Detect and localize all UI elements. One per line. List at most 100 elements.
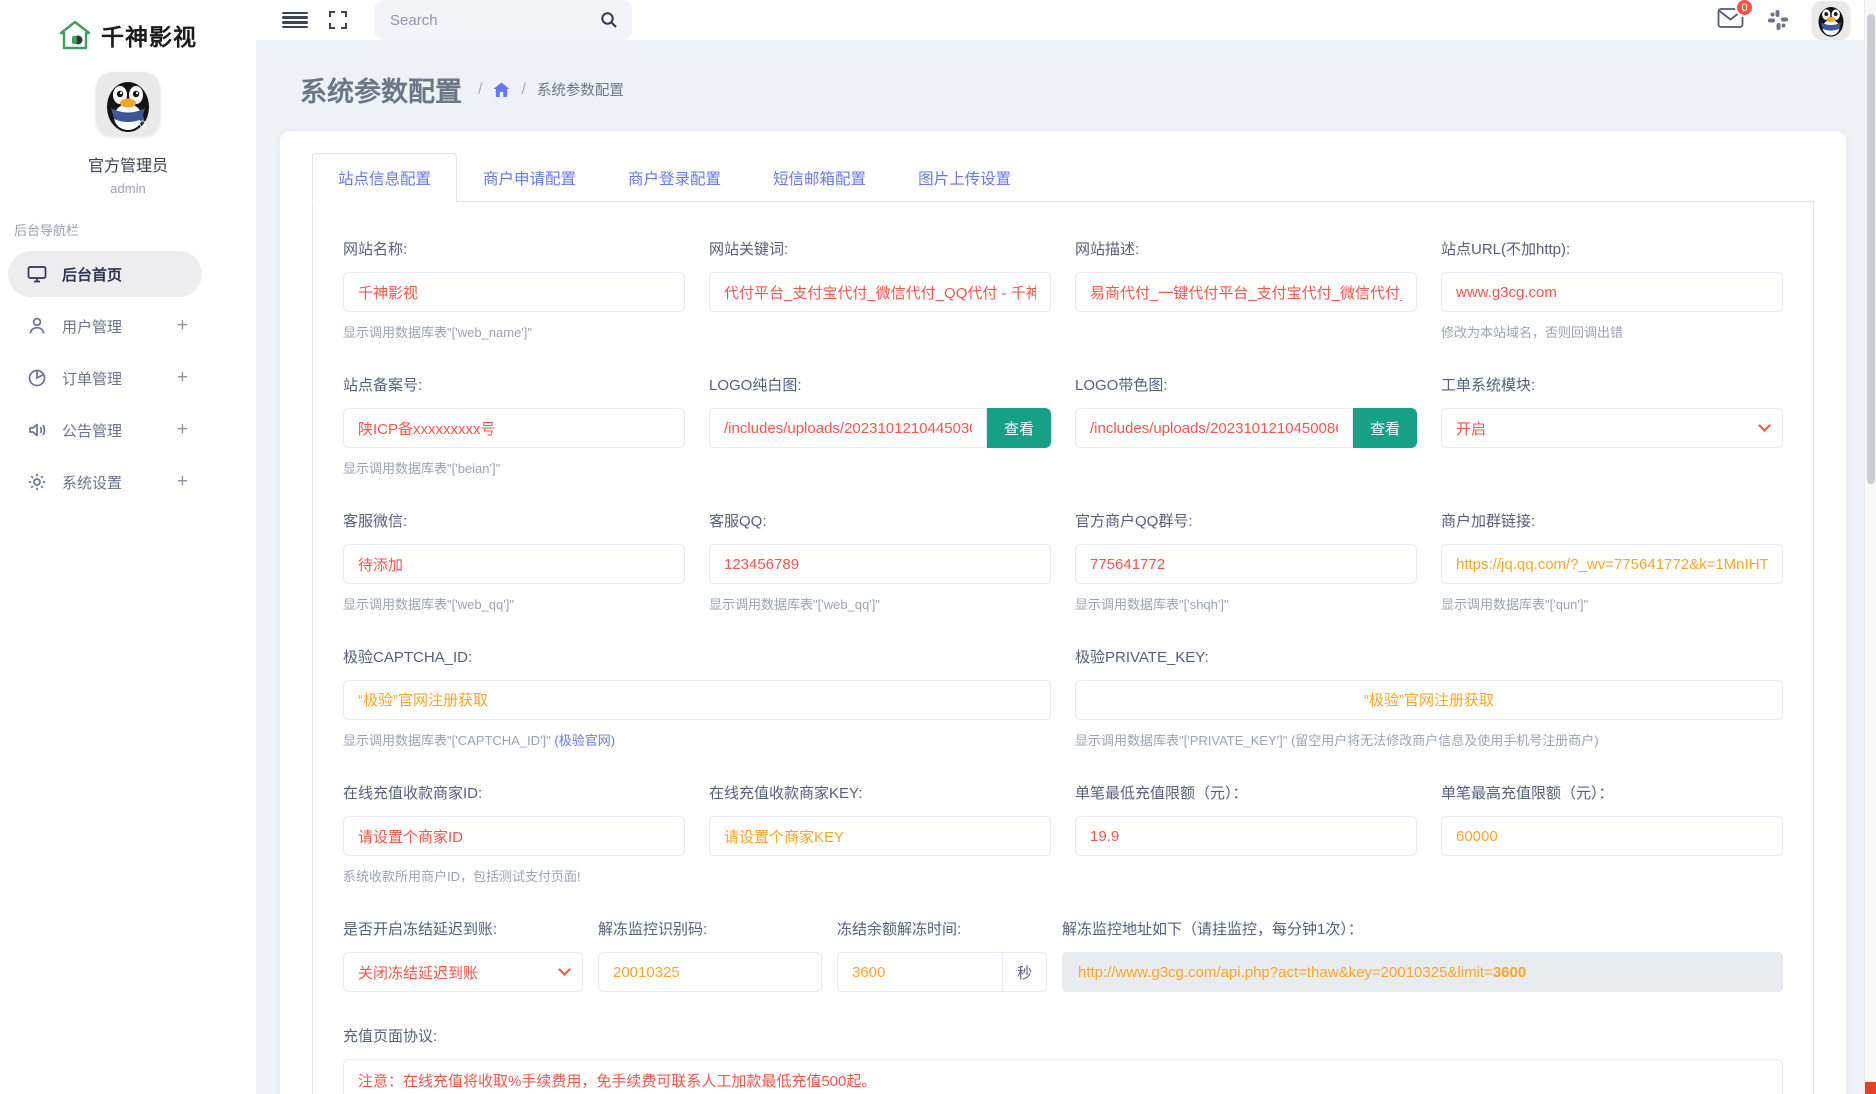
logo-color-input[interactable] <box>1075 408 1353 448</box>
field-min-recharge: 单笔最低充值限额（元）： <box>1075 782 1417 885</box>
field-label: 商户加群链接: <box>1441 510 1783 531</box>
field-label: 单笔最高充值限额（元）： <box>1441 782 1783 803</box>
field-keywords: 网站关键词: <box>709 238 1051 341</box>
page-content: 系统参数配置 / / 系统参数配置 站点信息配置 商户申请配置 商户登录配置 短… <box>256 40 1876 1094</box>
app-window: 千神影视 Q 官方管理员 admin 后台导航栏 后台首页 用户管理 + <box>0 0 1876 1094</box>
freeze-delay-select[interactable] <box>343 952 583 992</box>
recharge-agreement-textarea[interactable]: 注意：在线充值将收取%手续费用，免手续费可联系人工加款最低充值500起。 <box>343 1059 1783 1094</box>
view-logo-color-button[interactable]: 查看 <box>1353 408 1417 448</box>
field-label: 是否开启冻结延迟到账: <box>343 918 583 939</box>
fullscreen-icon[interactable] <box>328 10 348 30</box>
qq-input[interactable] <box>709 544 1051 584</box>
top-navbar: 0 <box>256 0 1876 40</box>
field-label: 网站关键词: <box>709 238 1051 259</box>
field-label: 极验CAPTCHA_ID: <box>343 646 1051 667</box>
min-recharge-input[interactable] <box>1075 816 1417 856</box>
settings-card: 站点信息配置 商户申请配置 商户登录配置 短信邮箱配置 图片上传设置 网站名称:… <box>280 131 1846 1094</box>
merchant-id-input[interactable] <box>343 816 685 856</box>
sidebar-item-label: 后台首页 <box>62 264 122 285</box>
house-logo-icon <box>59 20 91 50</box>
field-qq: 客服QQ: 显示调用数据库表"['web_qq']" <box>709 510 1051 613</box>
user-name: 官方管理员 <box>0 152 256 176</box>
field-label: 极验PRIVATE_KEY: <box>1075 646 1783 667</box>
geetest-site-link[interactable]: (极验官网) <box>554 733 615 748</box>
user-avatar[interactable] <box>1812 1 1850 39</box>
megaphone-icon <box>26 419 48 441</box>
mail-icon[interactable]: 0 <box>1717 7 1744 33</box>
field-label: 单笔最低充值限额（元）： <box>1075 782 1417 803</box>
field-label: LOGO带色图: <box>1075 374 1417 395</box>
field-recharge-agreement: 充值页面协议: 注意：在线充值将收取%手续费用，免手续费可联系人工加款最低充值5… <box>343 1025 1783 1094</box>
field-description: 网站描述: <box>1075 238 1417 341</box>
thaw-monitor-url: http://www.g3cg.com/api.php?act=thaw&key… <box>1062 952 1783 992</box>
logo-white-input[interactable] <box>709 408 987 448</box>
tab-merchant-apply[interactable]: 商户申请配置 <box>457 153 602 202</box>
beian-input[interactable] <box>343 408 685 448</box>
home-icon[interactable] <box>493 82 510 98</box>
mail-badge: 0 <box>1735 0 1754 17</box>
description-input[interactable] <box>1075 272 1417 312</box>
sidebar-item-announcements[interactable]: 公告管理 + <box>8 407 202 453</box>
view-logo-white-button[interactable]: 查看 <box>987 408 1051 448</box>
ticket-module-select[interactable] <box>1441 408 1783 448</box>
hamburger-menu-icon[interactable] <box>282 12 308 29</box>
group-link-input[interactable] <box>1441 544 1783 584</box>
field-label: 客服QQ: <box>709 510 1051 531</box>
field-label: 站点备案号: <box>343 374 685 395</box>
window-scrollbar[interactable] <box>1864 0 1876 1094</box>
gear-icon <box>26 471 48 493</box>
tab-image-upload[interactable]: 图片上传设置 <box>892 153 1037 202</box>
breadcrumb-separator: / <box>521 81 525 99</box>
field-label: 网站描述: <box>1075 238 1417 259</box>
tab-sms-mail[interactable]: 短信邮箱配置 <box>747 153 892 202</box>
scrollbar-thumb[interactable] <box>1867 14 1875 484</box>
search-icon[interactable] <box>600 11 618 29</box>
sidebar-item-orders[interactable]: 订单管理 + <box>8 355 202 401</box>
sidebar-item-dashboard[interactable]: 后台首页 <box>8 251 202 297</box>
user-avatar[interactable]: Q <box>96 72 160 136</box>
thaw-code-input[interactable] <box>598 952 822 992</box>
field-helper: 修改为本站域名，否则回调出错 <box>1441 322 1783 341</box>
sidebar-item-label: 订单管理 <box>62 368 122 389</box>
breadcrumb-current: 系统参数配置 <box>537 79 624 100</box>
expand-plus-icon[interactable]: + <box>177 419 188 441</box>
page-title: 系统参数配置 <box>300 70 462 109</box>
field-merchant-id: 在线充值收款商家ID: 系统收款所用商户ID，包括测试支付页面! <box>343 782 685 885</box>
field-helper: 显示调用数据库表"['qun']" <box>1441 594 1783 613</box>
field-private-key: 极验PRIVATE_KEY: 显示调用数据库表"['PRIVATE_KEY']"… <box>1075 646 1783 749</box>
field-helper: 显示调用数据库表"['web_name']" <box>343 322 685 341</box>
max-recharge-input[interactable] <box>1441 816 1783 856</box>
qq-group-input[interactable] <box>1075 544 1417 584</box>
sidebar-menu: 后台首页 用户管理 + 订单管理 + 公告管理 <box>0 251 202 505</box>
search-input[interactable] <box>390 12 600 29</box>
sidebar-item-label: 公告管理 <box>62 420 122 441</box>
apps-slack-icon[interactable] <box>1766 8 1790 32</box>
field-web-name: 网站名称: 显示调用数据库表"['web_name']" <box>343 238 685 341</box>
svg-text:Q: Q <box>139 119 146 129</box>
expand-plus-icon[interactable]: + <box>177 367 188 389</box>
tab-merchant-login[interactable]: 商户登录配置 <box>602 153 747 202</box>
field-label: 工单系统模块: <box>1441 374 1783 395</box>
captcha-id-input[interactable] <box>343 680 1051 720</box>
sidebar-item-settings[interactable]: 系统设置 + <box>8 459 202 505</box>
field-helper: 系统收款所用商户ID，包括测试支付页面! <box>343 866 685 885</box>
expand-plus-icon[interactable]: + <box>177 471 188 493</box>
keywords-input[interactable] <box>709 272 1051 312</box>
thaw-time-input[interactable] <box>837 952 1003 992</box>
merchant-key-input[interactable] <box>709 816 1051 856</box>
field-helper: 显示调用数据库表"['web_qq']" <box>709 594 1051 613</box>
private-key-input[interactable] <box>1075 680 1783 720</box>
wechat-input[interactable] <box>343 544 685 584</box>
site-url-input[interactable] <box>1441 272 1783 312</box>
breadcrumb-separator: / <box>478 81 482 99</box>
tab-panel-site-info: 网站名称: 显示调用数据库表"['web_name']" 网站关键词: 网站描述… <box>312 201 1814 1094</box>
field-label: 冻结余额解冻时间: <box>837 918 1047 939</box>
user-icon <box>26 315 48 337</box>
web-name-input[interactable] <box>343 272 685 312</box>
tab-site-info[interactable]: 站点信息配置 <box>312 153 457 202</box>
user-profile: Q 官方管理员 admin <box>0 72 256 196</box>
brand[interactable]: 千神影视 <box>0 18 256 52</box>
field-helper: 显示调用数据库表"['shqh']" <box>1075 594 1417 613</box>
sidebar-item-users[interactable]: 用户管理 + <box>8 303 202 349</box>
expand-plus-icon[interactable]: + <box>177 315 188 337</box>
